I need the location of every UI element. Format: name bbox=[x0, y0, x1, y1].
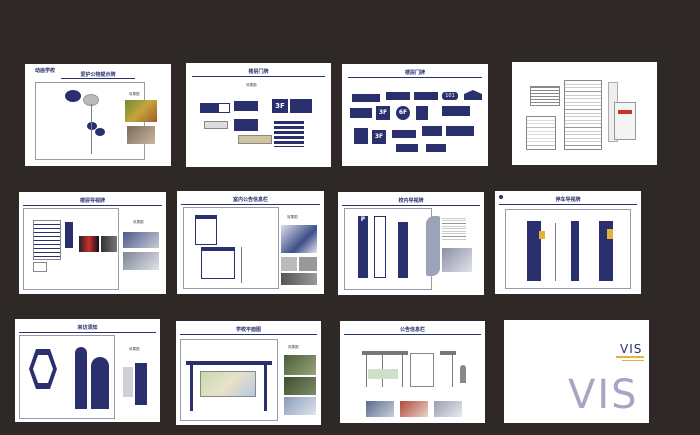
floor-number-b: 6F bbox=[398, 109, 408, 116]
photo-flowers bbox=[125, 100, 157, 122]
board-directory-panels bbox=[512, 62, 657, 165]
sign-letter: P bbox=[360, 216, 366, 223]
board-title: 楼层门牌 bbox=[404, 70, 425, 76]
board-note: 效果图 bbox=[287, 215, 298, 219]
floor-plate-c: 3F bbox=[372, 130, 386, 144]
board-bulletin-board: 公告信息栏 bbox=[340, 321, 485, 423]
board-title: 学校平面图 bbox=[235, 327, 261, 333]
board-school-plan: 学校平面图 效果图 bbox=[176, 321, 321, 425]
photo-sign bbox=[127, 126, 155, 144]
board-note: 效果图 bbox=[288, 345, 299, 349]
room-number: 101 bbox=[445, 93, 455, 99]
board-campus-guide-signs: 校内导视牌 P bbox=[338, 192, 484, 295]
board-title: 楼层门牌 bbox=[248, 69, 269, 75]
board-title: 室内公告信息栏 bbox=[232, 197, 268, 203]
board-note: 效果图 bbox=[129, 92, 140, 96]
room-plate: 101 bbox=[442, 92, 458, 100]
board-floor-door-plates: 楼层门牌 效果图 3F bbox=[186, 63, 331, 167]
board-parking-guide-signs: 停车导视牌 bbox=[495, 191, 641, 294]
vis-title-big: VIS bbox=[568, 372, 639, 418]
board-visitor-notice: 来访须知 效果图 bbox=[15, 319, 160, 422]
board-note: 效果图 bbox=[129, 347, 140, 351]
floor-plate-b: 6F bbox=[396, 106, 410, 120]
board-title: 爱护公物提示牌 bbox=[80, 72, 116, 78]
floor-number-a: 3F bbox=[378, 109, 388, 116]
board-title: 校内导视牌 bbox=[398, 198, 424, 204]
board-note: 效果图 bbox=[246, 83, 257, 87]
board-vis-cover: VIS VIS bbox=[504, 320, 649, 423]
board-title: 公告信息栏 bbox=[399, 327, 425, 333]
board-indoor-bulletin: 室内公告信息栏 效果图 bbox=[177, 191, 324, 294]
floor-number-c: 3F bbox=[374, 133, 384, 140]
board-floor-guide-signs: 楼层导视牌 效果图 bbox=[19, 192, 166, 294]
board-protect-property-signs: 动画学校 爱护公物提示牌 效果图 bbox=[25, 64, 171, 166]
floor-plate: 3F bbox=[272, 99, 288, 113]
floor-number: 3F bbox=[275, 102, 285, 110]
parking-sign: P bbox=[358, 216, 368, 278]
board-note: 效果图 bbox=[133, 220, 144, 224]
floor-plate-a: 3F bbox=[376, 106, 390, 120]
vis-title-small: VIS bbox=[620, 342, 643, 356]
board-title: 停车导视牌 bbox=[555, 197, 581, 203]
board-title: 来访须知 bbox=[77, 325, 98, 331]
board-floor-door-plates-2: 楼层门牌 101 3F 6F 3F bbox=[342, 64, 488, 166]
board-title: 楼层导视牌 bbox=[79, 198, 105, 204]
